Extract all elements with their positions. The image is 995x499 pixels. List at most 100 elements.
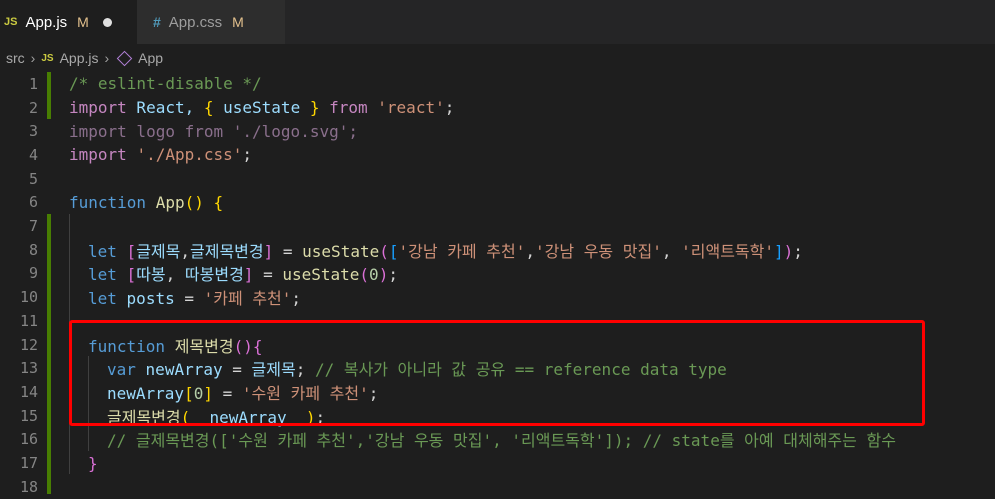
code-token: 0 [369,265,379,285]
code-token: [ [126,265,137,285]
code-token: [ [126,241,137,261]
code-token: = [174,289,204,309]
chevron-right-icon: › [104,50,110,66]
line-number: 6 [28,193,38,212]
code-token: 따봉 [136,265,166,285]
code-token: } [88,453,98,473]
line-number: 1 [28,74,38,93]
code-line-8: 8 let [글제목,글제목변경] = useState(['강남 카페 추천'… [0,238,995,262]
line-number: 12 [19,335,38,354]
code-token: '강남 우동 맛집' [535,241,662,261]
tab-label: App.css [168,13,223,31]
code-editor[interactable]: 1 /* eslint-disable */ 2 import React, {… [0,72,995,496]
line-number: 15 [19,406,38,425]
code-token: from [329,98,368,118]
highlight-box [69,320,925,426]
code-token: ( [184,192,195,212]
code-line-3: 3 import logo from './logo.svg'; [0,119,995,143]
code-line-6: 6 function App() { [0,191,995,215]
code-token: ) [194,192,204,212]
code-token: , [165,265,185,285]
chevron-right-icon: › [30,50,36,66]
code-token: 글제목 [136,241,181,261]
code-line-1: 1 /* eslint-disable */ [0,72,995,96]
code-token: React, [126,98,204,118]
code-token: { [213,192,224,212]
code-token: { [203,98,214,118]
code-line-16: 16 // 글제목변경(['수원 카페 추천','강남 우동 맛집', '리액트… [0,428,995,452]
css-file-icon: # [153,14,161,30]
code-line-4: 4 import './App.css'; [0,143,995,167]
breadcrumb-file[interactable]: App.js [60,50,99,66]
code-token: // 글제목변경(['수원 카페 추천','강남 우동 맛집', '리액트독학'… [107,431,896,451]
breadcrumb-symbol[interactable]: App [138,50,163,66]
code-token: = [273,241,303,261]
line-number: 13 [19,359,38,378]
code-token: App [155,192,185,212]
line-number: 18 [19,477,38,496]
js-file-icon: JS [41,52,54,64]
tab-app-css[interactable]: # App.css M [137,0,285,44]
code-token: 따봉변경 [184,265,244,285]
code-token: ; [793,241,803,261]
code-token: 글제목변경 [190,241,264,261]
line-number: 4 [28,145,38,164]
js-file-icon: JS [4,16,18,28]
modified-badge: M [232,14,244,30]
line-number: 17 [19,454,38,473]
code-token: ; [242,145,253,165]
code-token: '카페 추천' [203,289,292,309]
code-line-10: 10 let posts = '카페 추천'; [0,285,995,309]
code-token: useState [302,241,380,261]
code-token: , [661,241,682,261]
code-token: ] [774,241,784,261]
code-line-17: 17 } [0,451,995,475]
code-token: ] [263,241,274,261]
code-token: import [69,98,127,118]
tab-app-js[interactable]: JS App.js M [0,0,137,44]
code-token: let [88,241,117,261]
code-token: '강남 카페 추천' [398,241,526,261]
code-token: import [69,145,127,165]
code-text: /* eslint-disable */ [69,74,262,94]
line-number: 14 [19,382,38,401]
code-token: './App.css' [136,145,243,165]
symbol-cube-icon [116,50,133,66]
code-token: , [525,241,535,261]
code-token: function [69,192,147,212]
line-number: 8 [28,240,38,259]
code-token: let [88,289,117,309]
code-line-7: 7 [0,214,995,238]
breadcrumb-folder[interactable]: src [6,50,25,66]
line-number: 3 [28,122,38,141]
code-token: ] [243,265,254,285]
code-token: [ [388,241,399,261]
code-token: ) [378,265,389,285]
line-number: 5 [28,169,38,188]
code-token: ; [388,265,398,285]
line-number: 11 [19,311,38,330]
code-token: ( [379,241,389,261]
tab-label: App.js [25,13,68,31]
modified-badge: M [77,14,89,30]
code-token: , [180,241,190,261]
code-line-18: 18 [0,475,995,499]
code-token: useState [213,98,310,118]
tab-bar: JS App.js M # App.css M [0,0,995,44]
unsaved-dot-icon[interactable] [102,17,112,27]
code-line-5: 5 [0,167,995,191]
code-line-2: 2 import React, { useState } from 'react… [0,96,995,120]
code-line-9: 9 let [따봉, 따봉변경] = useState(0); [0,262,995,286]
code-token: useState [282,265,360,285]
line-number: 2 [28,98,38,117]
code-token: '리액트독학' [681,241,774,261]
code-token: = [253,265,283,285]
